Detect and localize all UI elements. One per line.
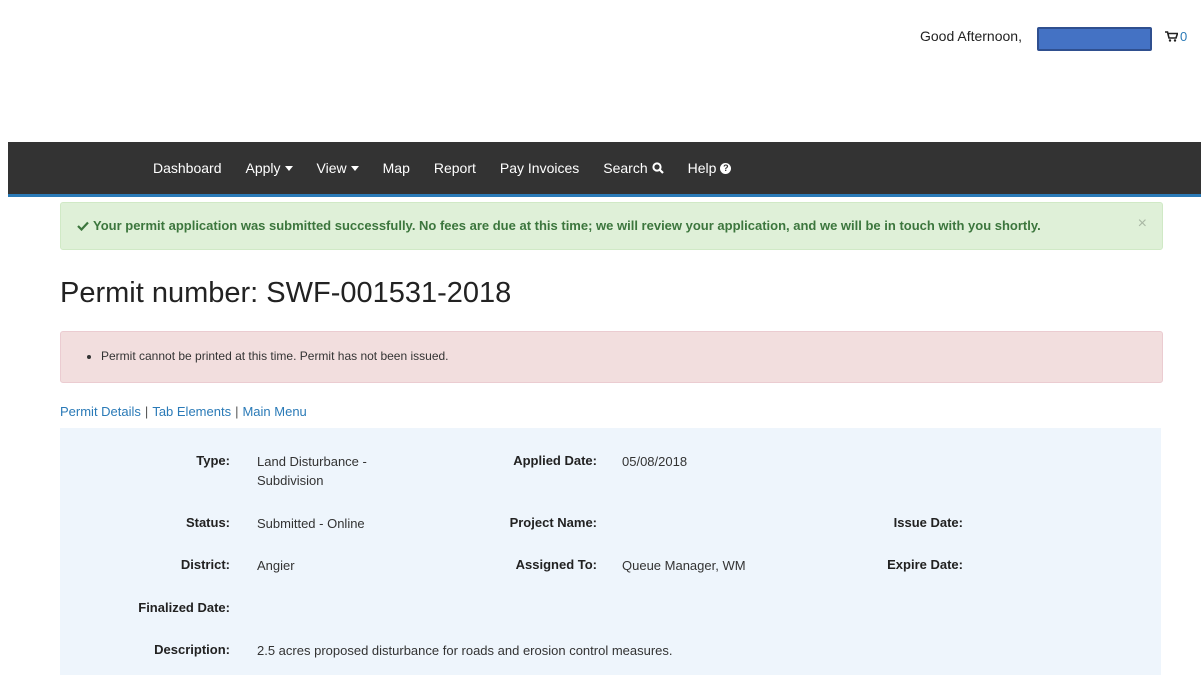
project-name-label: Project Name: bbox=[509, 515, 597, 530]
nav-pay-invoices-label: Pay Invoices bbox=[499, 160, 580, 176]
cart-count: 0 bbox=[1180, 29, 1188, 44]
cart-link[interactable]: 0 bbox=[1165, 29, 1187, 44]
success-alert: Your permit application was submitted su… bbox=[60, 202, 1163, 250]
nav-menu: Dashboard Apply View Map Report Pay Invo… bbox=[141, 142, 743, 194]
error-list: Permit cannot be printed at this time. P… bbox=[61, 349, 449, 363]
search-icon bbox=[652, 162, 664, 174]
description-label: Description: bbox=[154, 642, 230, 657]
nav-view[interactable]: View bbox=[305, 160, 371, 176]
caret-down-icon bbox=[284, 165, 293, 171]
redacted-username bbox=[1037, 27, 1152, 51]
cart-icon bbox=[1165, 31, 1178, 42]
nav-pay-invoices[interactable]: Pay Invoices bbox=[488, 160, 591, 176]
nav-apply[interactable]: Apply bbox=[234, 160, 305, 176]
expire-date-label: Expire Date: bbox=[887, 557, 963, 572]
district-value: Angier bbox=[257, 558, 295, 573]
page-title: Permit number: SWF-001531-2018 bbox=[60, 277, 512, 309]
status-label: Status: bbox=[185, 515, 230, 530]
nav-search[interactable]: Search bbox=[591, 160, 675, 176]
nav-map-label: Map bbox=[382, 160, 410, 176]
nav-report[interactable]: Report bbox=[422, 160, 488, 176]
nav-help[interactable]: Help? bbox=[676, 160, 744, 176]
nav-search-label: Search bbox=[603, 160, 648, 176]
caret-down-icon bbox=[350, 165, 359, 171]
link-main-menu[interactable]: Main Menu bbox=[242, 404, 306, 419]
link-separator: | bbox=[144, 404, 149, 419]
help-icon: ? bbox=[720, 162, 732, 174]
nav-view-label: View bbox=[316, 160, 347, 176]
applied-date-label: Applied Date: bbox=[513, 453, 597, 468]
permit-links: Permit Details | Tab Elements | Main Men… bbox=[60, 404, 307, 419]
main-navbar: Dashboard Apply View Map Report Pay Invo… bbox=[8, 142, 1201, 197]
issue-date-label: Issue Date: bbox=[893, 515, 963, 530]
nav-report-label: Report bbox=[433, 160, 476, 176]
type-label: Type: bbox=[196, 453, 230, 468]
link-separator: | bbox=[235, 404, 239, 419]
assigned-to-value: Queue Manager, WM bbox=[622, 558, 746, 573]
greeting-text: Good Afternoon, bbox=[920, 28, 1022, 44]
assigned-to-label: Assigned To: bbox=[515, 557, 597, 572]
link-permit-details[interactable]: Permit Details bbox=[60, 404, 141, 419]
error-message: Permit cannot be printed at this time. P… bbox=[101, 349, 449, 363]
permit-details-panel: Type: Land Disturbance - Subdivision App… bbox=[60, 428, 1161, 675]
success-message: Your permit application was submitted su… bbox=[77, 218, 1041, 233]
district-label: District: bbox=[180, 557, 230, 572]
nav-dashboard[interactable]: Dashboard bbox=[141, 160, 234, 176]
finalized-date-label: Finalized Date: bbox=[138, 600, 230, 615]
error-alert: Permit cannot be printed at this time. P… bbox=[60, 331, 1163, 383]
nav-help-label: Help bbox=[687, 160, 717, 176]
success-text: Your permit application was submitted su… bbox=[93, 218, 1041, 233]
top-header: Good Afternoon, 0 bbox=[0, 0, 1201, 140]
description-value: 2.5 acres proposed disturbance for roads… bbox=[257, 643, 673, 658]
status-value: Submitted - Online bbox=[257, 516, 365, 531]
check-icon bbox=[77, 221, 89, 231]
applied-date-value: 05/08/2018 bbox=[622, 454, 688, 469]
link-tab-elements[interactable]: Tab Elements bbox=[152, 404, 231, 419]
close-alert-button[interactable]: × bbox=[1138, 215, 1147, 233]
nav-map[interactable]: Map bbox=[371, 160, 422, 176]
nav-apply-label: Apply bbox=[245, 160, 281, 176]
nav-dashboard-label: Dashboard bbox=[153, 160, 222, 176]
type-value: Land Disturbance - Subdivision bbox=[257, 454, 367, 488]
